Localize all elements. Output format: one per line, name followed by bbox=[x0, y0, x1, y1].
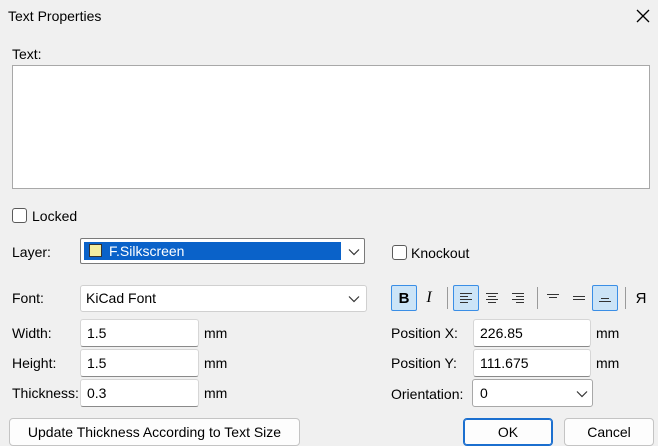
chevron-down-icon bbox=[348, 249, 360, 256]
toolbar-separator bbox=[447, 287, 448, 309]
italic-icon: I bbox=[426, 289, 432, 306]
position-y-unit: mm bbox=[596, 355, 620, 371]
layer-value: F.Silkscreen bbox=[109, 243, 185, 259]
position-y-label: Position Y: bbox=[391, 355, 457, 371]
height-unit: mm bbox=[204, 355, 228, 371]
align-left-button[interactable] bbox=[453, 285, 479, 311]
thickness-input[interactable]: 0.3 bbox=[80, 379, 199, 407]
valign-top-button[interactable] bbox=[540, 285, 566, 311]
height-value: 1.5 bbox=[87, 355, 107, 371]
orientation-label: Orientation: bbox=[391, 386, 464, 402]
layer-label: Layer: bbox=[12, 244, 51, 260]
align-left-icon bbox=[460, 293, 472, 303]
valign-bottom-button[interactable] bbox=[592, 285, 618, 311]
layer-selection-highlight: F.Silkscreen bbox=[84, 242, 341, 260]
position-y-value: 111.675 bbox=[480, 355, 529, 371]
font-label: Font: bbox=[12, 290, 44, 306]
position-y-input[interactable]: 111.675 bbox=[473, 349, 591, 377]
font-value: KiCad Font bbox=[86, 290, 157, 306]
chevron-down-icon bbox=[576, 391, 588, 398]
width-input[interactable]: 1.5 bbox=[80, 319, 199, 347]
width-label: Width: bbox=[12, 325, 52, 341]
toolbar-separator bbox=[537, 287, 538, 309]
thickness-value: 0.3 bbox=[87, 385, 107, 401]
valign-center-button[interactable] bbox=[566, 285, 592, 311]
toolbar-separator bbox=[625, 287, 626, 309]
position-x-unit: mm bbox=[596, 325, 620, 341]
cancel-button[interactable]: Cancel bbox=[564, 418, 654, 446]
thickness-label: Thickness: bbox=[12, 385, 79, 401]
text-input[interactable] bbox=[12, 65, 650, 189]
orientation-combo[interactable]: 0 bbox=[472, 379, 593, 407]
position-x-label: Position X: bbox=[391, 325, 458, 341]
align-right-icon bbox=[512, 293, 524, 303]
layer-dropdown[interactable]: F.Silkscreen bbox=[80, 238, 365, 264]
position-x-input[interactable]: 226.85 bbox=[473, 319, 591, 347]
bold-icon: B bbox=[398, 289, 410, 307]
font-dropdown[interactable]: KiCad Font bbox=[80, 285, 367, 312]
align-center-icon bbox=[486, 293, 498, 303]
mirror-button[interactable]: Я bbox=[628, 285, 654, 311]
ok-button[interactable]: OK bbox=[463, 418, 553, 446]
width-value: 1.5 bbox=[87, 325, 107, 341]
locked-checkbox[interactable] bbox=[12, 208, 27, 223]
layer-color-swatch bbox=[89, 244, 102, 257]
dialog-title: Text Properties bbox=[8, 8, 102, 24]
mirror-icon: Я bbox=[635, 289, 647, 307]
bold-button[interactable]: B bbox=[391, 285, 417, 311]
update-thickness-button[interactable]: Update Thickness According to Text Size bbox=[9, 418, 300, 446]
close-icon bbox=[636, 9, 650, 23]
chevron-down-icon bbox=[348, 296, 360, 303]
knockout-label: Knockout bbox=[411, 245, 470, 261]
locked-label: Locked bbox=[32, 208, 78, 224]
close-button[interactable] bbox=[630, 3, 656, 29]
height-input[interactable]: 1.5 bbox=[80, 349, 199, 377]
width-unit: mm bbox=[204, 325, 228, 341]
height-label: Height: bbox=[12, 355, 57, 371]
align-center-button[interactable] bbox=[479, 285, 505, 311]
valign-center-icon bbox=[573, 296, 585, 300]
italic-button[interactable]: I bbox=[416, 285, 442, 311]
align-right-button[interactable] bbox=[505, 285, 531, 311]
thickness-unit: mm bbox=[204, 385, 228, 401]
position-x-value: 226.85 bbox=[480, 325, 523, 341]
valign-bottom-icon bbox=[599, 298, 611, 302]
valign-top-icon bbox=[547, 294, 559, 298]
knockout-checkbox[interactable] bbox=[392, 245, 407, 260]
orientation-value: 0 bbox=[480, 385, 488, 401]
text-label: Text: bbox=[12, 46, 42, 62]
